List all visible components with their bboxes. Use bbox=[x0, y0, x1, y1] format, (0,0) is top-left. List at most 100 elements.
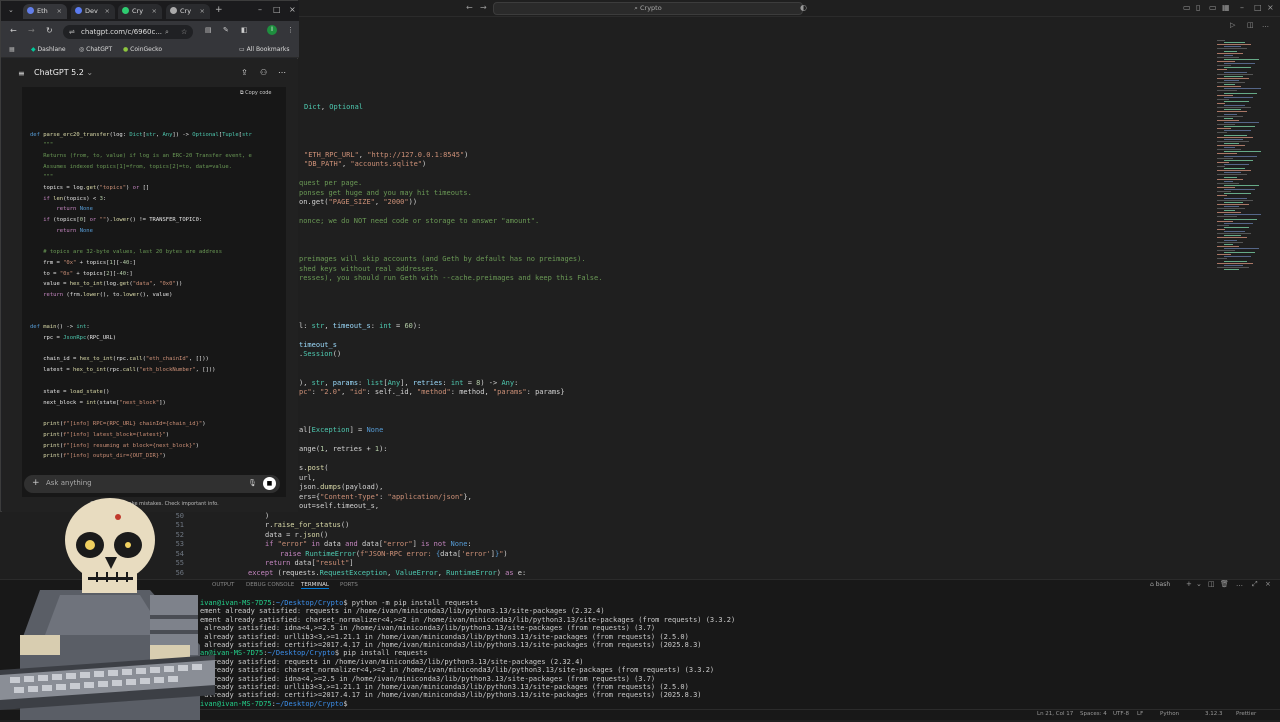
code-line: ponses get huge and you may hit timeouts… bbox=[299, 189, 472, 197]
minimap-line bbox=[1224, 252, 1255, 254]
apps-icon[interactable]: ▦ bbox=[9, 46, 15, 53]
minimap-line bbox=[1217, 86, 1241, 88]
formatter[interactable]: Prettier bbox=[1236, 711, 1256, 717]
minimap[interactable] bbox=[1212, 40, 1272, 280]
minimap-line bbox=[1217, 145, 1245, 146]
bookmarks-bar: ▦ ◆ Dashlane ◎ ChatGPT ● CoinGecko ▭ All… bbox=[1, 42, 299, 58]
star-icon[interactable]: ☆ bbox=[181, 25, 187, 39]
skeleton-avatar-overlay bbox=[0, 495, 215, 720]
model-selector[interactable]: ChatGPT 5.2 ⌄ bbox=[34, 68, 93, 77]
forward-icon[interactable]: → bbox=[28, 26, 35, 35]
copy-label: Copy code bbox=[245, 90, 272, 96]
more-icon[interactable]: ⋯ bbox=[278, 68, 286, 77]
terminal-output[interactable]: ivan@ivan-MS-7D75:~/Desktop/Crypto$ pyth… bbox=[200, 599, 735, 708]
minimap-line bbox=[1224, 210, 1235, 212]
minimap-line bbox=[1217, 48, 1247, 50]
close-icon[interactable]: × bbox=[289, 5, 296, 14]
new-tab-icon[interactable]: + bbox=[215, 5, 223, 15]
sidebar-toggle-icon[interactable]: ▭ bbox=[1209, 3, 1217, 12]
split-terminal-icon[interactable]: ◫ bbox=[1208, 580, 1215, 588]
python-version[interactable]: 3.12.3 bbox=[1205, 711, 1223, 717]
share-icon[interactable]: ⇪ bbox=[241, 68, 248, 77]
puzzle-icon[interactable]: ◧ bbox=[241, 26, 248, 34]
close-tab-icon[interactable]: × bbox=[105, 4, 110, 19]
code-line: "ETH_RPC_URL", "http://127.0.0.1:8545") bbox=[304, 151, 469, 159]
indentation[interactable]: Spaces: 4 bbox=[1080, 711, 1107, 717]
forward-arrow-icon[interactable]: → bbox=[480, 3, 487, 12]
cursor-position[interactable]: Ln 21, Col 17 bbox=[1037, 711, 1073, 717]
add-user-icon[interactable]: ⚇ bbox=[260, 68, 267, 77]
plus-icon[interactable]: + bbox=[32, 478, 40, 488]
browser-tab[interactable]: Dev × bbox=[71, 4, 115, 19]
panel-tab-debug-console[interactable]: DEBUG CONSOLE bbox=[246, 582, 294, 588]
minimap-line bbox=[1217, 124, 1235, 125]
bookmark-coingecko[interactable]: ● CoinGecko bbox=[123, 46, 162, 53]
maximize-icon[interactable]: □ bbox=[1254, 3, 1262, 12]
sidebar-toggle-icon[interactable]: ≡ bbox=[18, 69, 25, 78]
back-icon[interactable]: ← bbox=[10, 26, 17, 35]
split-editor-icon[interactable]: ◫ bbox=[1247, 21, 1254, 29]
command-center-search[interactable]: ⌕ Crypto bbox=[493, 2, 803, 15]
run-icon[interactable]: ▷ bbox=[1230, 21, 1235, 29]
prompt-placeholder: Ask anything bbox=[46, 479, 92, 487]
reload-icon[interactable]: ↻ bbox=[46, 26, 53, 35]
bookmark-dashlane[interactable]: ◆ Dashlane bbox=[31, 46, 66, 53]
maximize-icon[interactable]: □ bbox=[273, 5, 281, 14]
minimap-line bbox=[1217, 40, 1225, 41]
minimize-icon[interactable]: – bbox=[258, 5, 262, 14]
browser-tab[interactable]: Cry × bbox=[166, 4, 210, 19]
encoding[interactable]: UTF-8 bbox=[1113, 711, 1129, 717]
panel-tab-terminal[interactable]: TERMINAL bbox=[301, 582, 329, 589]
minimize-icon[interactable]: – bbox=[1240, 3, 1244, 12]
prompt-input[interactable]: + Ask anything 🎙 ■ bbox=[24, 475, 280, 493]
menu-icon[interactable]: ⋮ bbox=[287, 26, 294, 34]
tab-search-icon[interactable]: ⌄ bbox=[8, 6, 14, 14]
minimap-line bbox=[1217, 149, 1241, 151]
code-line: if len(topics) < 3: bbox=[43, 196, 107, 202]
language-mode[interactable]: Python bbox=[1160, 711, 1179, 717]
customize-layout-icon[interactable]: ▦ bbox=[1222, 3, 1230, 12]
close-panel-icon[interactable]: × bbox=[1265, 580, 1271, 588]
panel-tab-ports[interactable]: PORTS bbox=[340, 582, 358, 588]
more-actions-icon[interactable]: … bbox=[1262, 21, 1269, 29]
copy-code-button[interactable]: ⧉ Copy code bbox=[240, 90, 272, 96]
site-info-icon[interactable]: ⇌ bbox=[69, 25, 75, 39]
profile-avatar[interactable]: I bbox=[267, 25, 277, 35]
minimap-line bbox=[1217, 203, 1249, 205]
line-ending[interactable]: LF bbox=[1137, 711, 1143, 717]
skeleton-keyboard-illustration bbox=[0, 498, 215, 720]
more-icon[interactable]: … bbox=[1236, 580, 1243, 588]
copilot-icon[interactable]: ◐ bbox=[800, 3, 807, 12]
panel-toggle-icon[interactable]: ▯ bbox=[1196, 3, 1200, 12]
minimap-line bbox=[1217, 94, 1233, 96]
stop-button[interactable]: ■ bbox=[263, 477, 276, 490]
bookmark-chatgpt[interactable]: ◎ ChatGPT bbox=[79, 46, 112, 53]
close-icon[interactable]: × bbox=[1267, 3, 1274, 12]
chevron-down-icon[interactable]: ⌄ bbox=[1196, 580, 1202, 588]
terminal-shell-label[interactable]: ⌂ bash bbox=[1150, 581, 1170, 588]
panel-tab-output[interactable]: OUTPUT bbox=[212, 582, 234, 588]
all-bookmarks[interactable]: ▭ All Bookmarks bbox=[239, 46, 289, 53]
close-tab-icon[interactable]: × bbox=[57, 4, 62, 19]
maximize-panel-icon[interactable]: ⤢ bbox=[1252, 580, 1258, 589]
chatgpt-icon: ◎ bbox=[79, 46, 85, 53]
minimap-line bbox=[1224, 109, 1241, 111]
trash-icon[interactable]: 🗑 bbox=[1220, 580, 1229, 588]
minimap-line bbox=[1217, 182, 1239, 184]
minimap-line bbox=[1217, 107, 1251, 109]
edit-icon[interactable]: ✎ bbox=[223, 26, 229, 34]
back-arrow-icon[interactable]: ← bbox=[466, 3, 473, 12]
layout-icon[interactable]: ▭ bbox=[1183, 3, 1191, 12]
minimap-line bbox=[1217, 82, 1245, 83]
search-icon[interactable]: ⌕ bbox=[165, 25, 169, 39]
microphone-icon[interactable]: 🎙 bbox=[248, 479, 257, 487]
browser-tab[interactable]: Cry × bbox=[118, 4, 162, 19]
url-bar[interactable]: ⇌ chatgpt.com/c/6960c... ⌕ ☆ bbox=[63, 25, 193, 39]
new-terminal-icon[interactable]: + bbox=[1186, 580, 1192, 588]
browser-tab[interactable]: Eth × bbox=[23, 4, 67, 19]
close-tab-icon[interactable]: × bbox=[152, 4, 157, 19]
extensions-icon[interactable]: ▤ bbox=[205, 26, 212, 34]
close-tab-icon[interactable]: × bbox=[200, 4, 205, 19]
code-line: ) bbox=[265, 512, 270, 520]
minimap-line bbox=[1224, 105, 1245, 107]
